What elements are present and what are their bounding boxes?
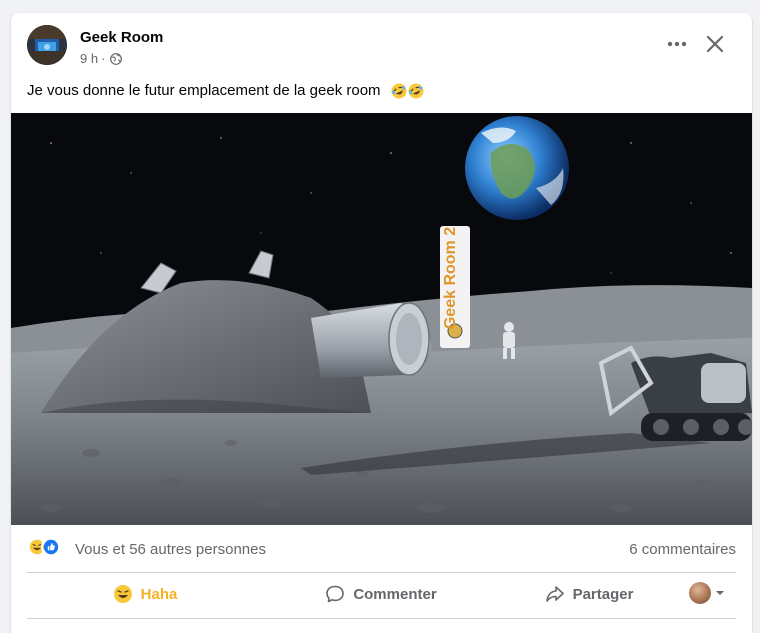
reactions-label[interactable]: Vous et 56 autres personnes bbox=[75, 541, 266, 558]
user-avatar bbox=[689, 582, 711, 604]
post-image[interactable]: Geek Room 2 bbox=[11, 113, 752, 525]
meta-separator: · bbox=[101, 51, 106, 66]
reaction-summary[interactable] bbox=[27, 537, 61, 557]
globe-icon[interactable] bbox=[110, 52, 123, 65]
more-options-button[interactable] bbox=[659, 30, 695, 58]
comment-button[interactable]: Commenter bbox=[263, 574, 499, 614]
close-button[interactable] bbox=[699, 30, 731, 58]
haha-label: Haha bbox=[140, 585, 178, 603]
share-label: Partager bbox=[572, 585, 634, 603]
actions-divider bbox=[27, 618, 736, 619]
post-time[interactable]: 9 h bbox=[80, 51, 98, 66]
post-message: Je vous donne le futur emplacement de la… bbox=[27, 82, 424, 99]
like-icon bbox=[41, 537, 61, 557]
image-sign-text: Geek Room 2 bbox=[442, 227, 459, 329]
comment-label: Commenter bbox=[353, 585, 437, 603]
rolling-on-floor-laughing-icon bbox=[408, 83, 424, 98]
share-button[interactable]: Partager bbox=[499, 574, 679, 614]
page-avatar[interactable] bbox=[27, 25, 67, 65]
post-actions: Haha Commenter Partager bbox=[27, 574, 736, 614]
post-stats: Vous et 56 autres personnes 6 commentair… bbox=[27, 537, 736, 561]
post-meta: 9 h · bbox=[80, 51, 123, 66]
haha-button[interactable]: Haha bbox=[27, 574, 263, 614]
reaction-profile-switcher[interactable] bbox=[689, 582, 725, 604]
comments-count-link[interactable]: 6 commentaires bbox=[629, 541, 736, 558]
share-arrow-icon bbox=[545, 586, 564, 602]
author-name[interactable]: Geek Room bbox=[80, 29, 163, 46]
comment-icon bbox=[326, 585, 345, 603]
stats-divider bbox=[27, 572, 736, 573]
ellipsis-icon bbox=[667, 41, 687, 47]
post-message-text: Je vous donne le futur emplacement de la… bbox=[27, 82, 381, 99]
caret-down-icon bbox=[716, 591, 724, 595]
haha-icon bbox=[113, 585, 132, 603]
rolling-on-floor-laughing-icon bbox=[391, 83, 407, 98]
post-emojis bbox=[391, 83, 424, 99]
post-card: Geek Room 9 h · Je vous donne le futur e… bbox=[11, 13, 752, 633]
post-header: Geek Room 9 h · bbox=[11, 13, 752, 73]
close-icon bbox=[706, 35, 724, 53]
